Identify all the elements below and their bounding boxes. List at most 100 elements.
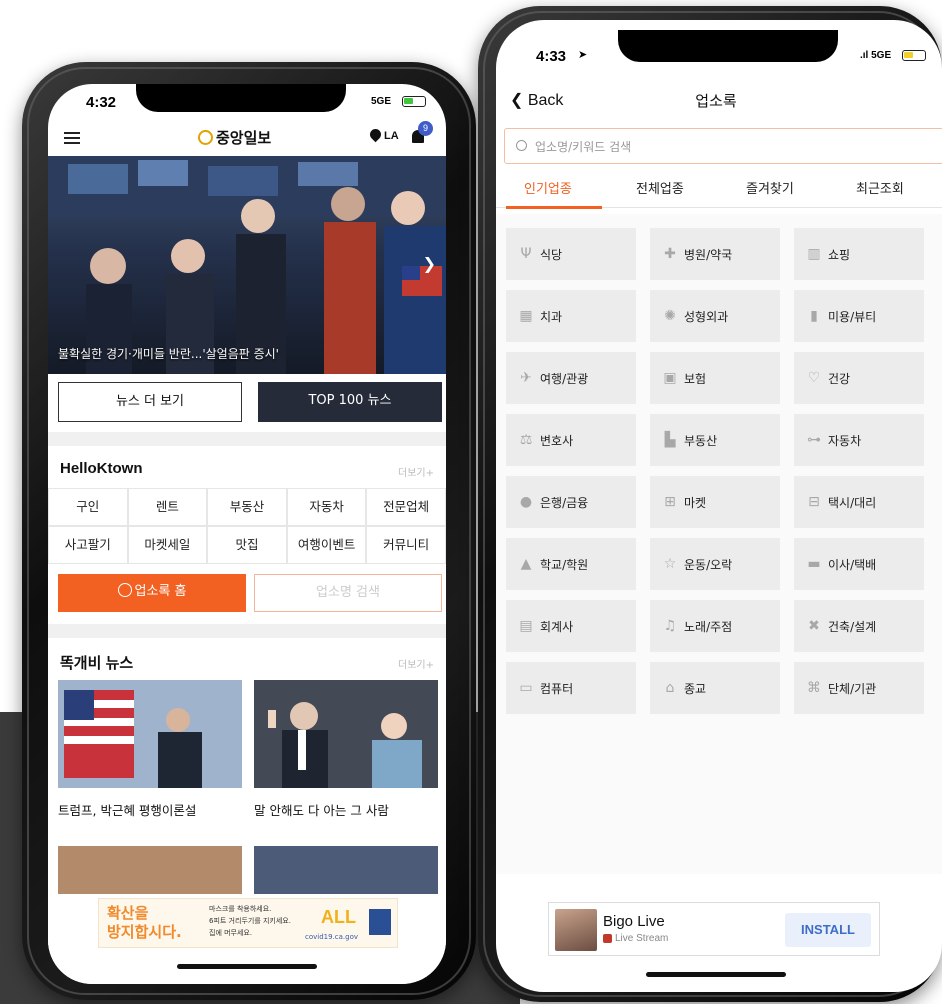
sports-icon: ☆	[663, 556, 677, 572]
screen-left: 4:32 5GE 중앙일보 LA 9 불확실한 경기·개미들 반란...'살얼음…	[48, 84, 446, 984]
news-more-link[interactable]: 더보기+	[398, 656, 434, 671]
news-caption[interactable]: 말 안해도 다 아는 그 사람	[254, 800, 389, 819]
location-label[interactable]: LA	[384, 130, 399, 142]
notification-badge: 9	[418, 121, 433, 136]
helloktown-item[interactable]: 커뮤니티	[366, 526, 446, 564]
tab-recent[interactable]: 최근조회	[856, 178, 904, 197]
church-icon: ⌂	[665, 680, 675, 696]
helloktown-more-link[interactable]: 더보기+	[398, 464, 434, 479]
news-thumbnail[interactable]	[254, 680, 438, 788]
news-caption[interactable]: 트럼프, 박근혜 평행이론설	[58, 800, 196, 819]
category-taxi[interactable]: ⊟ 택시/대리	[794, 476, 924, 528]
ca-logo-icon	[369, 909, 391, 935]
helloktown-item[interactable]: 렌트	[127, 488, 208, 526]
category-accountant[interactable]: ▤ 회계사	[506, 600, 636, 652]
category-bank[interactable]: ● 은행/금융	[506, 476, 636, 528]
car-icon: ⊶	[807, 432, 821, 448]
category-computer[interactable]: ▭ 컴퓨터	[506, 662, 636, 714]
category-hospital[interactable]: ✚ 병원/약국	[650, 228, 780, 280]
category-karaoke[interactable]: ♫ 노래/주점	[650, 600, 780, 652]
category-moving[interactable]: ▬ 이사/택배	[794, 538, 924, 590]
category-restaurant[interactable]: Ψ 식당	[506, 228, 636, 280]
chevron-right-icon[interactable]: ❯	[423, 254, 436, 273]
cart-icon: ⊞	[664, 494, 676, 510]
covid-ad[interactable]: 확산을 방지합시다. 마스크를 착용하세요. 6피트 거리두기를 지키세요. 집…	[98, 898, 398, 948]
helloktown-item[interactable]: 자동차	[286, 488, 367, 526]
top100-news-button[interactable]: TOP 100 뉴스	[258, 382, 442, 422]
category-auto[interactable]: ⊶ 자동차	[794, 414, 924, 466]
helloktown-item[interactable]: 구인	[48, 488, 128, 526]
phone-right: 4:33 ➤ .ıl 5GE ❮ Back 업소록 업소명/키워드 검색 인기업…	[478, 6, 942, 1002]
category-insurance[interactable]: ▣ 보험	[650, 352, 780, 404]
ad-headline-1: 확산을	[107, 904, 149, 922]
more-news-button[interactable]: 뉴스 더 보기	[58, 382, 242, 422]
category-real-estate[interactable]: ▙ 부동산	[650, 414, 780, 466]
news-thumbnail[interactable]	[58, 846, 242, 894]
directory-search-button[interactable]: 업소명 검색	[254, 574, 442, 612]
truck-icon: ▬	[807, 556, 821, 572]
helloktown-item[interactable]: 사고팔기	[48, 526, 128, 564]
building-icon: ▙	[664, 432, 676, 448]
active-tab-indicator	[506, 206, 602, 209]
location-pin-icon[interactable]	[367, 126, 384, 143]
helloktown-title: HelloKtown	[60, 460, 143, 477]
app-logo[interactable]: 중앙일보	[198, 127, 271, 148]
category-organization[interactable]: ⌘ 단체/기관	[794, 662, 924, 714]
app-header: 중앙일보 LA 9	[48, 121, 446, 154]
helloktown-item[interactable]: 맛집	[207, 526, 287, 564]
battery-icon	[902, 50, 926, 61]
search-input[interactable]: 업소명/키워드 검색	[535, 138, 631, 155]
network-indicator: 5GE	[371, 96, 392, 107]
insurance-icon: ▣	[663, 370, 677, 386]
category-dental[interactable]: ▦ 치과	[506, 290, 636, 342]
helloktown-item[interactable]: 마켓세일	[127, 526, 208, 564]
institution-icon: ⌘	[807, 680, 821, 696]
surgery-icon: ✺	[664, 308, 676, 324]
page-title: 업소록	[695, 92, 737, 110]
helloktown-item[interactable]: 여행이벤트	[286, 526, 367, 564]
category-architecture[interactable]: ✖ 건축/설계	[794, 600, 924, 652]
shop-icon: ▥	[807, 246, 821, 262]
music-icon: ♫	[663, 618, 677, 634]
home-indicator[interactable]	[177, 964, 317, 969]
news-button-row: 뉴스 더 보기 TOP 100 뉴스	[58, 382, 442, 422]
hero-image[interactable]: 불확실한 경기·개미들 반란...'살얼음판 증시' ❯	[48, 156, 446, 374]
news-thumbnail[interactable]	[254, 846, 438, 894]
directory-home-button[interactable]: 업소록 홈	[58, 574, 246, 612]
menu-icon[interactable]	[64, 132, 80, 144]
tab-favorites[interactable]: 즐겨찾기	[746, 178, 794, 197]
category-religion[interactable]: ⌂ 종교	[650, 662, 780, 714]
money-bag-icon: ●	[519, 494, 533, 510]
category-lawyer[interactable]: ⚖ 변호사	[506, 414, 636, 466]
home-indicator[interactable]	[646, 972, 786, 977]
search-field[interactable]: 업소명/키워드 검색	[504, 128, 942, 164]
section-divider	[48, 432, 446, 446]
airplane-icon: ✈	[520, 370, 532, 386]
school-icon: ▲	[520, 556, 532, 572]
tab-popular[interactable]: 인기업종	[524, 178, 572, 197]
category-market[interactable]: ⊞ 마켓	[650, 476, 780, 528]
news-photo	[58, 680, 242, 788]
install-button[interactable]: INSTALL	[785, 913, 871, 947]
helloktown-item[interactable]: 전문업체	[366, 488, 446, 526]
category-tabs: 인기업종 전체업종 즐겨찾기 최근조회	[496, 172, 942, 209]
tab-all[interactable]: 전체업종	[636, 178, 684, 197]
category-plastic-surgery[interactable]: ✺ 성형외과	[650, 290, 780, 342]
ad-avatar	[555, 909, 597, 951]
news-thumbnail[interactable]	[58, 680, 242, 788]
helloktown-item[interactable]: 부동산	[207, 488, 287, 526]
computer-icon: ▭	[519, 680, 533, 696]
bigo-live-ad[interactable]: Bigo Live Live Stream INSTALL	[548, 902, 880, 956]
tooth-icon: ▦	[519, 308, 533, 324]
category-sports[interactable]: ☆ 운동/오락	[650, 538, 780, 590]
category-travel[interactable]: ✈ 여행/관광	[506, 352, 636, 404]
news-section-title: 똑개비 뉴스	[60, 655, 134, 672]
category-health[interactable]: ♡ 건강	[794, 352, 924, 404]
category-beauty[interactable]: ▮ 미용/뷰티	[794, 290, 924, 342]
category-school[interactable]: ▲ 학교/학원	[506, 538, 636, 590]
stream-icon	[603, 934, 612, 943]
covid-ad-banner[interactable]: 확산을 방지합시다. 마스크를 착용하세요. 6피트 거리두기를 지키세요. 집…	[48, 894, 446, 984]
calculator-icon: ▤	[519, 618, 533, 634]
utensils-icon: Ψ	[520, 246, 532, 262]
category-shopping[interactable]: ▥ 쇼핑	[794, 228, 924, 280]
